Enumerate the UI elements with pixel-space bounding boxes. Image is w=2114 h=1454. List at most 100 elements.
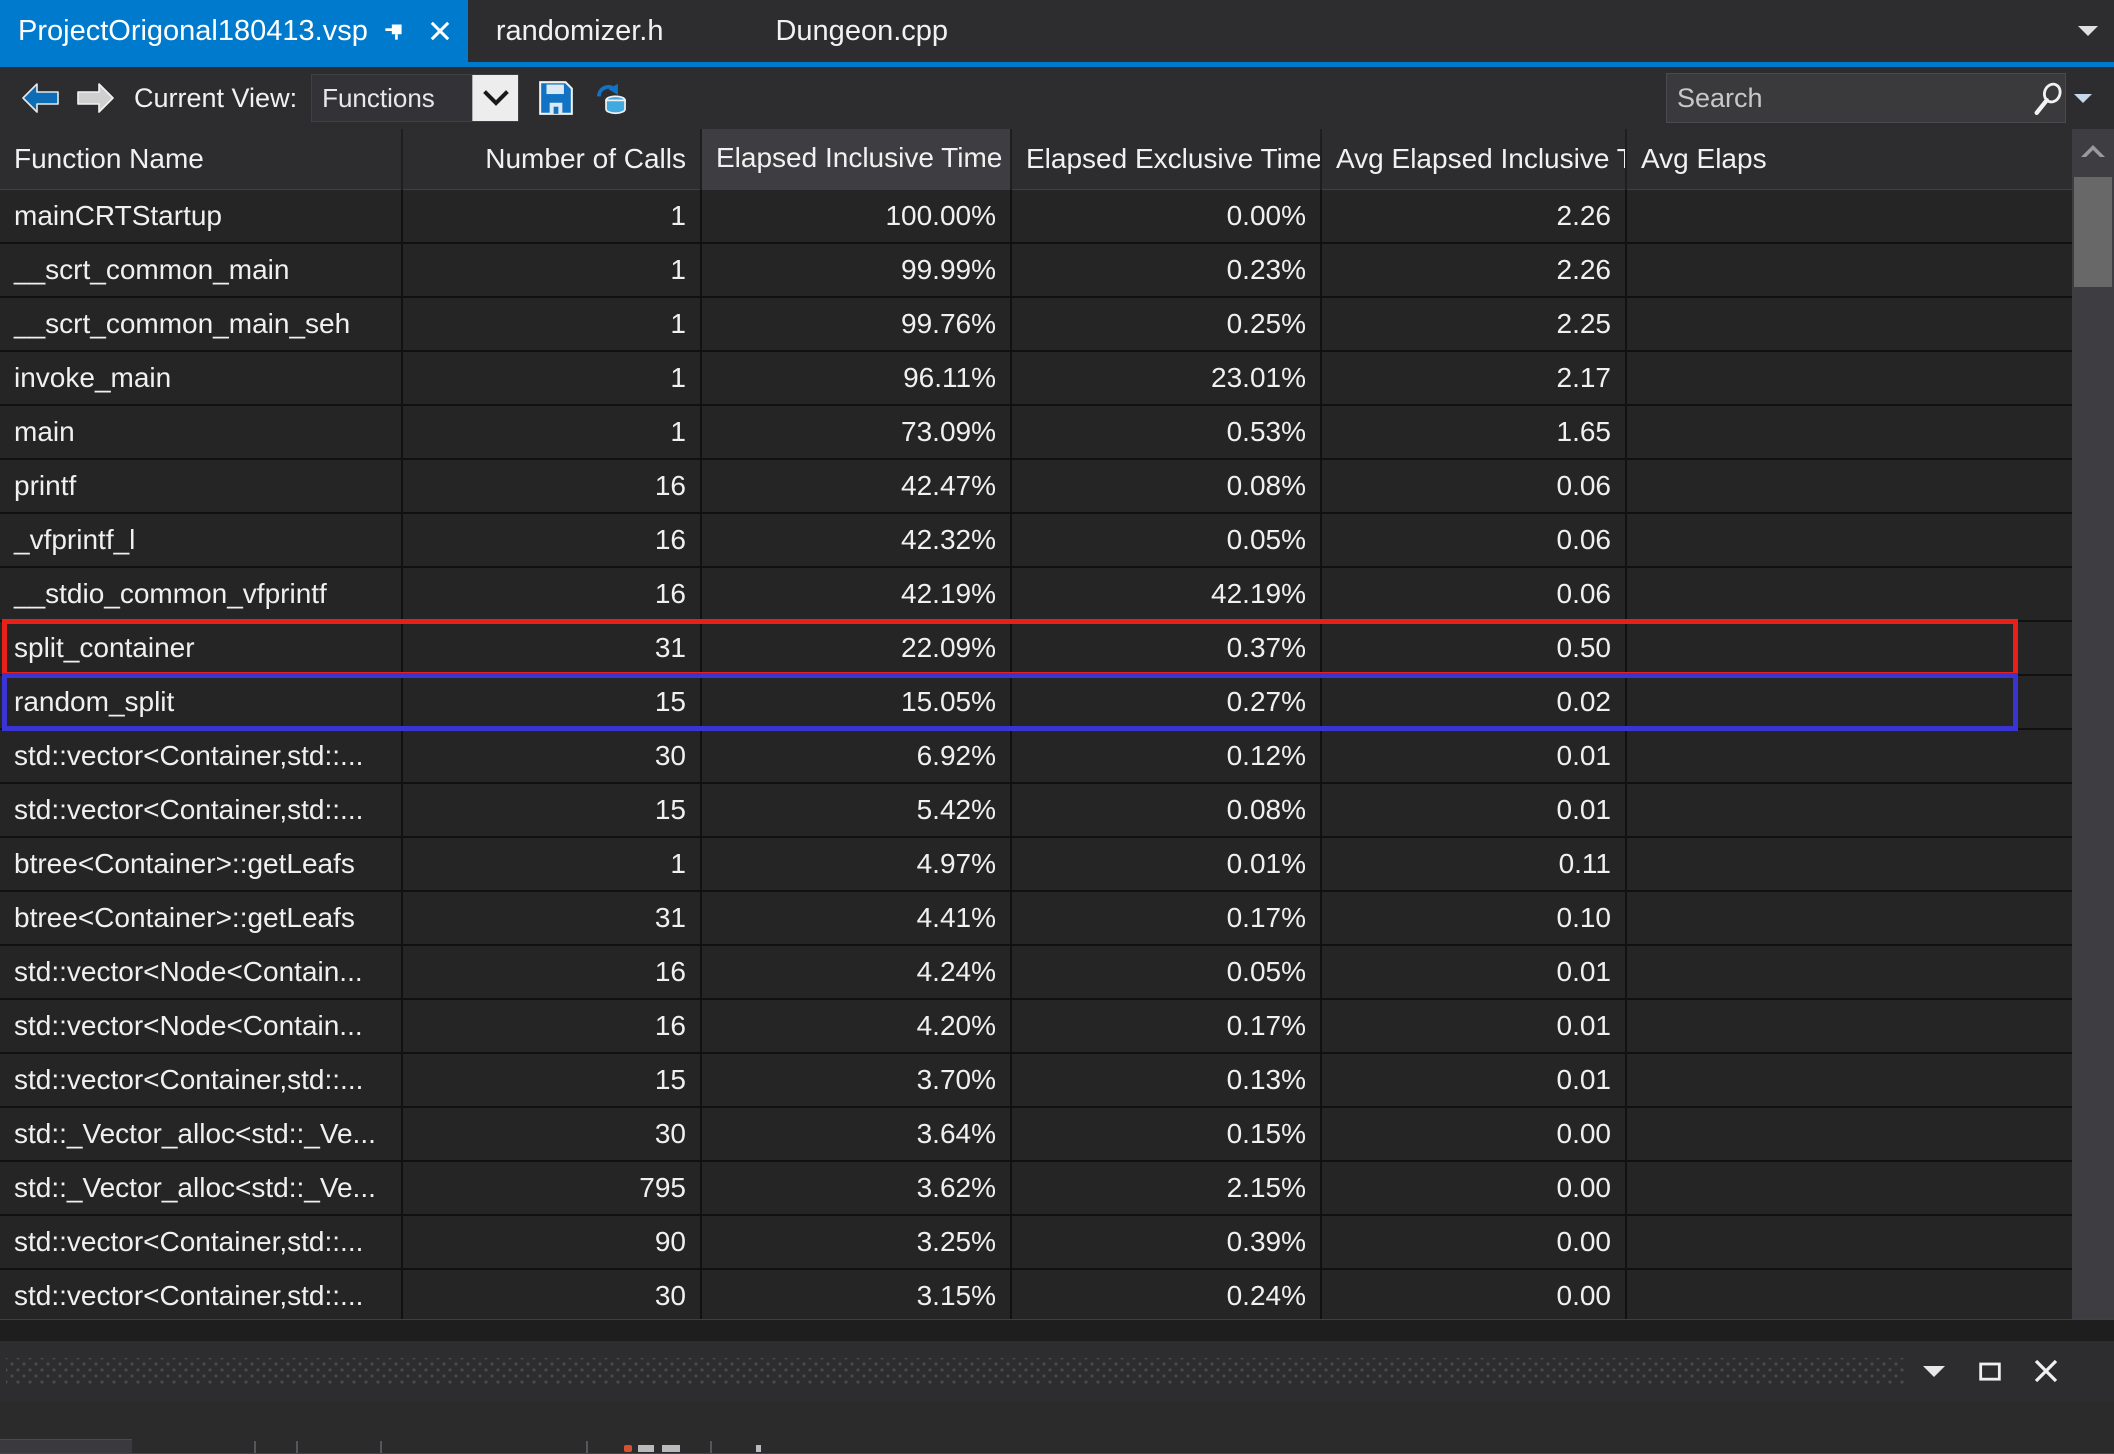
- search-input[interactable]: [1677, 82, 2031, 114]
- cell-incl: 42.47%: [701, 459, 1012, 514]
- table-row[interactable]: __scrt_common_main 1 99.99% 0.23% 2.26: [0, 243, 2072, 298]
- table-row[interactable]: std::vector<Container,std::... 30 3.15% 0.2…: [0, 1269, 2072, 1319]
- tail-tick: [710, 1441, 712, 1453]
- cell-incl: 3.64%: [701, 1107, 1012, 1162]
- vertical-scrollbar[interactable]: [2072, 129, 2114, 1319]
- resize-grip-icon[interactable]: [6, 1358, 1906, 1384]
- cell-name: _vfprintf_l: [0, 513, 403, 568]
- table-row[interactable]: std::vector<Node<Contain... 16 4.24% 0.05% 0…: [0, 945, 2072, 1000]
- column-header-avg-elapsed-inclusive-time[interactable]: Avg Elapsed Inclusive Time: [1321, 129, 1627, 190]
- search-box[interactable]: [1666, 73, 2066, 123]
- table-row[interactable]: printf 16 42.47% 0.08% 0.06: [0, 459, 2072, 514]
- table-row[interactable]: mainCRTStartup 1 100.00% 0.00% 2.26: [0, 189, 2072, 244]
- table-row[interactable]: btree<Container>::getLeafs 31 4.41% 0.17% 0.…: [0, 891, 2072, 946]
- search-icon[interactable]: [2031, 76, 2065, 120]
- chevron-down-icon[interactable]: [472, 75, 519, 121]
- cell-avg2: [1626, 620, 2072, 676]
- cell-avg_incl: 0.00: [1321, 1215, 1627, 1270]
- cell-excl: 0.37%: [1011, 620, 1322, 676]
- cell-incl: 42.32%: [701, 513, 1012, 568]
- table-row[interactable]: __stdio_common_vfprintf 16 42.19% 42.19% 0.0…: [0, 567, 2072, 622]
- cell-name: mainCRTStartup: [0, 189, 403, 244]
- tab-label: randomizer.h: [495, 14, 664, 47]
- table-row[interactable]: std::vector<Container,std::... 15 5.42% 0.0…: [0, 783, 2072, 838]
- cell-calls: 31: [402, 620, 702, 676]
- cell-calls: 1: [402, 189, 702, 244]
- current-view-combobox[interactable]: Functions: [311, 74, 520, 122]
- column-header-label: Avg Elapsed Inclusive Time: [1336, 142, 1624, 174]
- cell-incl: 22.09%: [701, 620, 1012, 676]
- cell-avg_incl: 0.01: [1321, 1053, 1627, 1108]
- cell-name: main: [0, 405, 403, 460]
- search-dropdown-chevron-down-icon[interactable]: [2066, 73, 2100, 123]
- column-header-avg-elapsed-exclusive-time[interactable]: Avg Elaps: [1626, 129, 2072, 190]
- cell-calls: 15: [402, 783, 702, 838]
- cell-calls: 1: [402, 351, 702, 406]
- chevron-down-icon[interactable]: [1906, 1347, 1962, 1395]
- cell-excl: 0.08%: [1011, 783, 1322, 838]
- table-row[interactable]: std::vector<Node<Contain... 16 4.20% 0.17% 0…: [0, 999, 2072, 1054]
- cell-excl: 0.05%: [1011, 513, 1322, 568]
- cell-avg2: [1626, 783, 2072, 838]
- tail-tick: [380, 1441, 382, 1453]
- cell-incl: 6.92%: [701, 729, 1012, 784]
- table-row[interactable]: split_container 31 22.09% 0.37% 0.50: [0, 620, 2072, 676]
- cell-excl: 0.17%: [1011, 999, 1322, 1054]
- cell-name: __stdio_common_vfprintf: [0, 567, 403, 622]
- column-header-label: Elapsed Exclusive Time %: [1026, 142, 1321, 174]
- chevron-down-icon[interactable]: [2062, 0, 2114, 62]
- cell-name: random_split: [0, 674, 403, 730]
- export-to-database-icon[interactable]: [583, 74, 637, 122]
- cell-name: std::vector<Container,std::...: [0, 783, 403, 838]
- tab-dungeon-cpp[interactable]: Dungeon.cpp: [747, 0, 976, 62]
- cell-excl: 0.05%: [1011, 945, 1322, 1000]
- tab-bar: ProjectOrigonal180413.vsp randomizer.h D…: [0, 0, 2114, 62]
- tab-randomizer-h[interactable]: randomizer.h: [468, 0, 692, 62]
- cell-calls: 1: [402, 243, 702, 298]
- back-arrow-icon[interactable]: [14, 74, 68, 122]
- tab-projectorigonal[interactable]: ProjectOrigonal180413.vsp: [0, 0, 468, 62]
- close-icon[interactable]: [420, 8, 460, 54]
- cell-avg2: [1626, 891, 2072, 946]
- cell-avg2: [1626, 297, 2072, 352]
- cell-excl: 0.13%: [1011, 1053, 1322, 1108]
- table-row[interactable]: std::_Vector_alloc<std::_Ve... 30 3.64% 0.1…: [0, 1107, 2072, 1162]
- cell-avg2: [1626, 945, 2072, 1000]
- cell-avg2: [1626, 729, 2072, 784]
- table-row[interactable]: __scrt_common_main_seh 1 99.76% 0.25% 2.25: [0, 297, 2072, 352]
- save-icon[interactable]: [529, 74, 583, 122]
- table-row[interactable]: std::_Vector_alloc<std::_Ve... 795 3.62% 2.…: [0, 1161, 2072, 1216]
- column-header-elapsed-inclusive-time-pct[interactable]: Elapsed Inclusive Time %: [701, 129, 1012, 190]
- table-row[interactable]: random_split 15 15.05% 0.27% 0.02: [0, 674, 2072, 730]
- column-header-function-name[interactable]: Function Name: [0, 129, 403, 190]
- table-row[interactable]: main 1 73.09% 0.53% 1.65: [0, 405, 2072, 460]
- scroll-up-chevron-up-icon[interactable]: [2072, 129, 2114, 173]
- cell-name: std::vector<Node<Contain...: [0, 999, 403, 1054]
- cell-name: btree<Container>::getLeafs: [0, 837, 403, 892]
- cell-calls: 30: [402, 1269, 702, 1319]
- column-header-elapsed-exclusive-time-pct[interactable]: Elapsed Exclusive Time %: [1011, 129, 1322, 190]
- cell-avg_incl: 0.10: [1321, 891, 1627, 946]
- window-tail-strip: [0, 1401, 2114, 1454]
- forward-arrow-icon[interactable]: [68, 74, 122, 122]
- column-header-number-of-calls[interactable]: Number of Calls: [402, 129, 702, 190]
- cell-incl: 4.20%: [701, 999, 1012, 1054]
- cell-avg_incl: 2.25: [1321, 297, 1627, 352]
- table-row[interactable]: std::vector<Container,std::... 15 3.70% 0.1…: [0, 1053, 2072, 1108]
- close-icon[interactable]: [2018, 1347, 2074, 1395]
- cell-avg_incl: 0.01: [1321, 783, 1627, 838]
- table-row[interactable]: std::vector<Container,std::... 90 3.25% 0.3…: [0, 1215, 2072, 1270]
- cell-incl: 3.62%: [701, 1161, 1012, 1216]
- horizontal-scroll-strip[interactable]: [0, 1319, 2114, 1341]
- cell-avg_incl: 1.65: [1321, 405, 1627, 460]
- cell-avg2: [1626, 1215, 2072, 1270]
- cell-excl: 0.12%: [1011, 729, 1322, 784]
- cell-avg2: [1626, 674, 2072, 730]
- table-row[interactable]: btree<Container>::getLeafs 1 4.97% 0.01% 0.1…: [0, 837, 2072, 892]
- table-row[interactable]: _vfprintf_l 16 42.32% 0.05% 0.06: [0, 513, 2072, 568]
- scrollbar-thumb[interactable]: [2074, 177, 2112, 287]
- table-row[interactable]: std::vector<Container,std::... 30 6.92% 0.1…: [0, 729, 2072, 784]
- pin-icon[interactable]: [374, 8, 414, 54]
- restore-window-icon[interactable]: [1962, 1347, 2018, 1395]
- table-row[interactable]: invoke_main 1 96.11% 23.01% 2.17: [0, 351, 2072, 406]
